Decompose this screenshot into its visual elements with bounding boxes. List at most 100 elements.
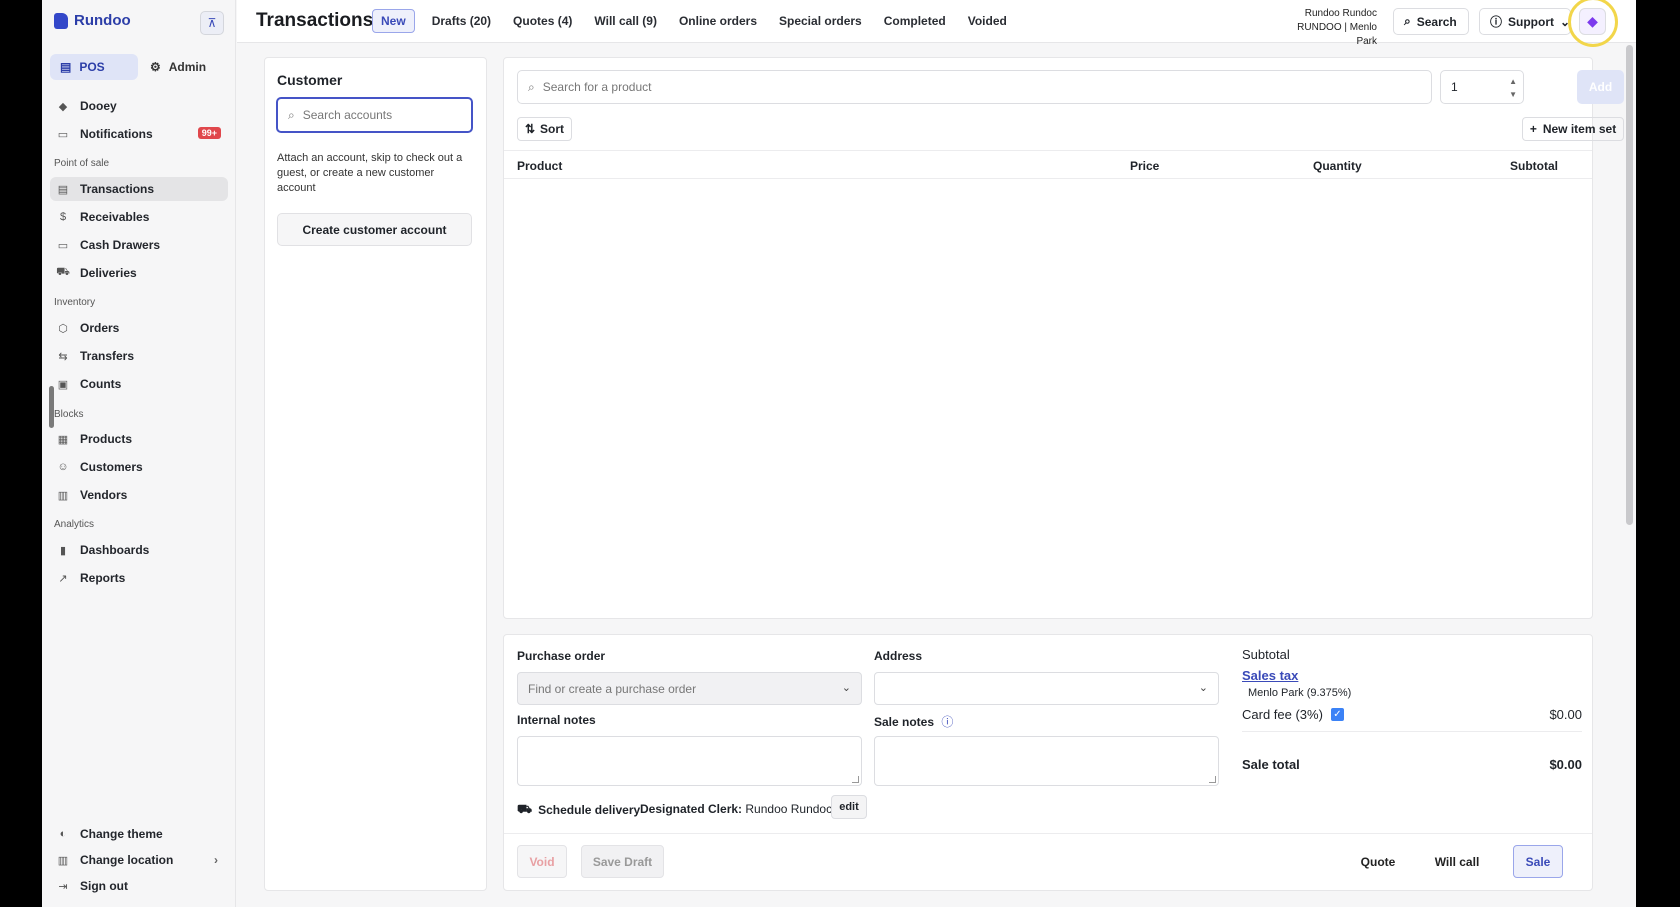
sidebar-item-label: Vendors	[80, 488, 128, 502]
card-fee-value: $0.00	[1549, 707, 1582, 722]
sort-label: Sort	[540, 122, 565, 136]
sidebar-item-reports[interactable]: ↗ Reports	[50, 566, 228, 590]
create-customer-button[interactable]: Create customer account	[277, 213, 472, 246]
sidebar-item-counts[interactable]: ▣ Counts	[50, 372, 228, 396]
search-accounts-input[interactable]: ⌕ Search accounts	[276, 97, 473, 133]
truck-icon: ⛟	[56, 266, 70, 278]
totals-divider	[1242, 731, 1582, 732]
tab-online-orders[interactable]: Online orders	[668, 9, 768, 33]
building-icon: ▥	[57, 489, 69, 502]
tab-will-call[interactable]: Will call (9)	[583, 9, 668, 33]
info-icon[interactable]: ⓘ	[941, 715, 953, 729]
subtotal-label: Subtotal	[1242, 647, 1290, 662]
global-search-button[interactable]: ⌕ Search	[1393, 8, 1469, 35]
sidebar-item-change-theme[interactable]: ◐ Change theme	[50, 822, 228, 846]
sidebar-item-products[interactable]: ▦ Products	[50, 427, 228, 451]
will-call-button[interactable]: Will call	[1426, 845, 1488, 878]
chevron-right-icon: ›	[214, 853, 218, 867]
sales-tax-link[interactable]: Sales tax	[1242, 668, 1298, 683]
sidebar-item-sign-out[interactable]: ⇥ Sign out	[50, 874, 228, 898]
column-subtotal[interactable]: Subtotal	[1510, 159, 1558, 173]
sidebar-item-cash-drawers[interactable]: ▭ Cash Drawers	[50, 233, 228, 257]
dooey-icon: ◆	[58, 100, 68, 113]
column-price[interactable]: Price	[1130, 159, 1159, 173]
sidebar-resize-handle[interactable]	[49, 386, 54, 428]
mode-admin-button[interactable]: ⚙ Admin	[140, 54, 228, 80]
tab-quotes[interactable]: Quotes (4)	[502, 9, 583, 33]
address-select[interactable]: ⌄	[874, 672, 1219, 705]
internal-notes-field[interactable]	[517, 736, 862, 786]
sidebar-item-dashboards[interactable]: ▮ Dashboards	[50, 538, 228, 562]
search-icon: ⌕	[288, 107, 295, 122]
sidebar-item-label: Customers	[80, 460, 143, 474]
tab-drafts[interactable]: Drafts (20)	[421, 9, 502, 33]
column-quantity[interactable]: Quantity	[1313, 159, 1362, 173]
stepper-arrows-icon[interactable]: ▲ ▼	[1509, 75, 1517, 101]
mode-pos-button[interactable]: ▤ POS	[50, 54, 138, 80]
sidebar-item-receivables[interactable]: $ Receivables	[50, 205, 228, 229]
sidebar-item-label: Dashboards	[80, 543, 150, 557]
tab-completed[interactable]: Completed	[873, 9, 957, 33]
click-highlight-ring	[1568, 0, 1618, 47]
sidebar-item-label: Transactions	[80, 182, 155, 196]
void-button[interactable]: Void	[517, 845, 567, 878]
sidebar-item-orders[interactable]: ⬡ Orders	[50, 316, 228, 340]
clerk-label: Designated Clerk:	[640, 802, 743, 816]
add-product-button[interactable]: Add	[1577, 70, 1624, 104]
sidebar-item-dooey[interactable]: ◆ Dooey	[50, 94, 228, 118]
sort-button[interactable]: ⇅ Sort	[517, 117, 572, 141]
user-info: Rundoo Rundoc RUNDOO | Menlo Park	[1287, 7, 1377, 49]
sidebar-item-notifications[interactable]: ▭ Notifications 99+	[50, 122, 228, 146]
gear-icon: ⚙	[150, 60, 161, 74]
save-draft-button[interactable]: Save Draft	[581, 845, 664, 878]
sidebar-item-vendors[interactable]: ▥ Vendors	[50, 483, 228, 507]
sidebar: Rundoo ⊼ ▤ POS ⚙ Admin ◆ Dooey ▭ Notific…	[42, 0, 236, 907]
sidebar-item-deliveries[interactable]: ⛟ Deliveries	[50, 261, 228, 285]
internal-notes-label: Internal notes	[517, 713, 596, 727]
sidebar-item-label: Transfers	[80, 349, 135, 363]
products-panel: ⌕ Search for a product 1 ▲ ▼ Add ⇅ Sort +…	[503, 57, 1624, 619]
pin-sidebar-button[interactable]: ⊼	[200, 11, 224, 35]
sidebar-item-label: Notifications	[80, 127, 153, 141]
sidebar-item-label: Cash Drawers	[80, 238, 161, 252]
brand-logo[interactable]: Rundoo	[54, 12, 131, 29]
section-inventory: Inventory	[54, 297, 96, 308]
sidebar-item-change-location[interactable]: ▥ Change location ›	[50, 848, 228, 872]
page-scrollbar[interactable]	[1626, 45, 1633, 525]
chevron-down-icon: ⌄	[841, 682, 851, 694]
sidebar-item-customers[interactable]: ☺ Customers	[50, 455, 228, 479]
quote-button[interactable]: Quote	[1353, 845, 1403, 878]
sidebar-item-label: Change theme	[80, 827, 163, 841]
tab-special-orders[interactable]: Special orders	[768, 9, 873, 33]
quantity-stepper[interactable]: 1 ▲ ▼	[1440, 70, 1524, 104]
sale-notes-field[interactable]	[874, 736, 1219, 786]
card-fee-checkbox[interactable]: ✓	[1330, 708, 1344, 721]
plus-icon: +	[1529, 122, 1537, 136]
sign-out-icon: ⇥	[58, 880, 68, 893]
product-search-placeholder: Search for a product	[542, 80, 652, 94]
purchase-order-select[interactable]: Find or create a purchase order ⌄	[517, 672, 862, 705]
sidebar-item-label: Orders	[80, 321, 120, 335]
new-item-set-button[interactable]: + New item set	[1522, 117, 1624, 141]
schedule-delivery-button[interactable]: ⛟ Schedule delivery	[517, 802, 640, 818]
support-button[interactable]: ⓘ Support ⌄	[1479, 8, 1571, 35]
sale-button[interactable]: Sale	[1513, 845, 1563, 878]
palette-icon: ◐	[59, 828, 67, 840]
column-product[interactable]: Product	[517, 159, 562, 173]
search-accounts-placeholder: Search accounts	[302, 108, 393, 122]
inbox-icon: ▭	[57, 128, 69, 141]
section-blocks: Blocks	[54, 409, 84, 420]
sort-icon: ⇅	[524, 122, 536, 136]
tab-voided[interactable]: Voided	[957, 9, 1018, 33]
edit-clerk-button[interactable]: edit	[831, 795, 867, 819]
rundoo-logo-icon	[54, 12, 68, 29]
product-search-input[interactable]: ⌕ Search for a product	[517, 70, 1432, 104]
dollar-circle-icon: $	[59, 211, 67, 223]
sidebar-item-transfers[interactable]: ⇆ Transfers	[50, 344, 228, 368]
chevron-down-icon: ⌄	[1198, 682, 1208, 694]
mode-pos-label: POS	[79, 60, 105, 74]
page-title: Transactions	[256, 10, 374, 31]
sidebar-item-transactions[interactable]: ▤ Transactions	[50, 177, 228, 201]
search-icon: ⌕	[528, 79, 535, 94]
tab-new[interactable]: New	[372, 9, 415, 33]
